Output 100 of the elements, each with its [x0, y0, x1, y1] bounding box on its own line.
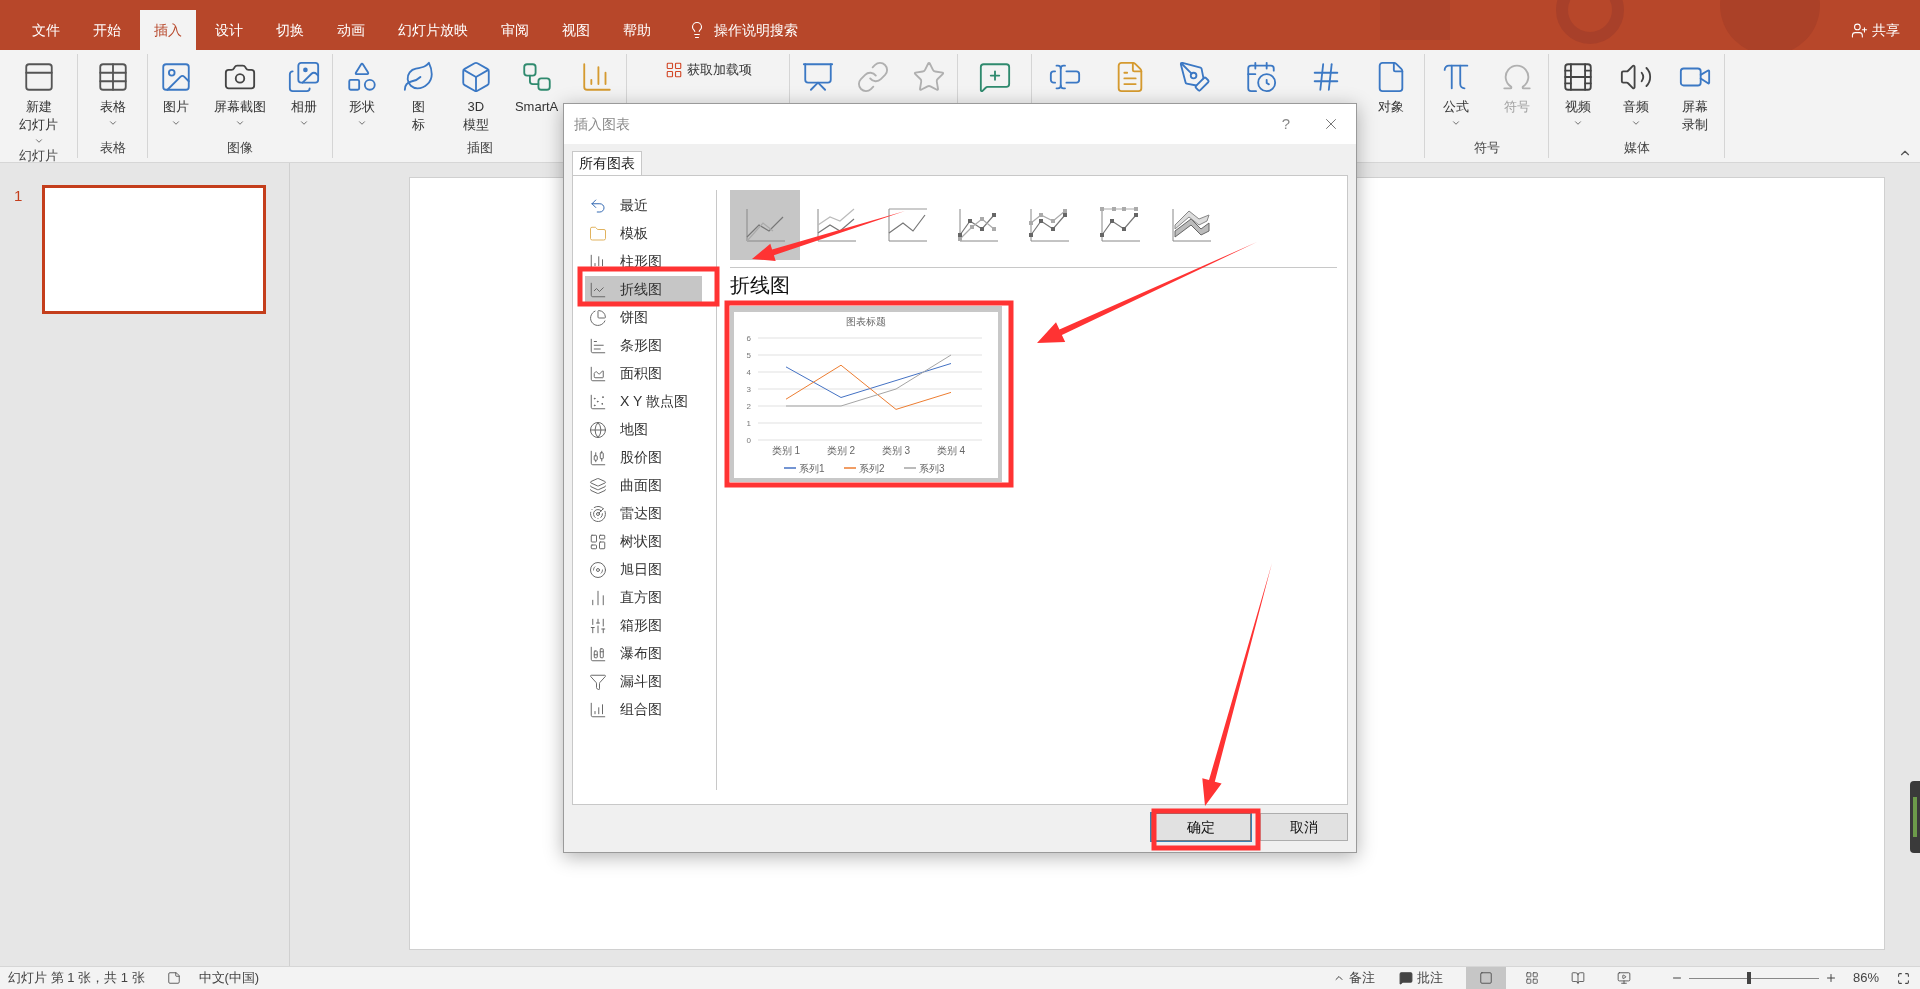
ribbon-tab[interactable]: 文件 [18, 10, 74, 50]
share-button[interactable]: 共享 [1851, 10, 1900, 50]
group-label: 插图 [466, 139, 493, 157]
notes-check-icon[interactable] [166, 971, 181, 985]
help-button[interactable]: ? [1281, 112, 1290, 136]
ribbon-button[interactable]: 形状 [339, 54, 384, 128]
notes-button[interactable]: 备注 [1332, 968, 1375, 988]
slide-thumbnail[interactable] [42, 185, 267, 314]
zoom-slider[interactable] [1688, 972, 1819, 984]
ribbon-tab[interactable]: 开始 [79, 10, 135, 50]
chart-title: 图表标题 [846, 316, 886, 327]
comments-button[interactable]: 批注 [1398, 968, 1443, 988]
chart-type-item[interactable]: 饼图 [585, 304, 702, 331]
dialog-button[interactable]: 取消 [1260, 813, 1348, 841]
waterfall-icon [589, 644, 607, 663]
ribbon-tab[interactable]: 动画 [323, 10, 379, 50]
chart-type-item[interactable]: 条形图 [585, 332, 702, 359]
ribbon-button[interactable]: 视频 [1556, 54, 1601, 128]
ribbon-tab[interactable]: 切换 [262, 10, 318, 50]
chart-type-item[interactable]: 漏斗图 [585, 668, 702, 695]
category-label: 类别 3 [881, 445, 911, 456]
scatter-chart-icon [589, 392, 607, 411]
dialog-title: 插入图表 [574, 114, 630, 134]
ribbon-tab[interactable]: 插入 [140, 10, 196, 50]
ribbon-button[interactable]: 获取加载项 [660, 58, 756, 82]
treemap-icon [589, 532, 607, 551]
ribbon-button[interactable]: 音频 [1614, 54, 1659, 128]
legend-label: 系列2 [859, 463, 885, 474]
candlestick-icon [589, 448, 607, 467]
zoom-in-icon[interactable] [1824, 972, 1837, 984]
chart-type-item[interactable]: 雷达图 [585, 500, 702, 527]
language-indicator[interactable]: 中文(中国) [198, 968, 260, 988]
y-tick-label: 3 [746, 385, 751, 394]
chart-type-item[interactable]: X Y 散点图 [585, 388, 702, 415]
chart-type-item[interactable]: 瀑布图 [585, 640, 702, 667]
chart-type-item[interactable]: 曲面图 [585, 472, 702, 499]
ribbon-tab[interactable]: 审阅 [487, 10, 543, 50]
y-tick-label: 6 [746, 334, 751, 343]
zoom-percent[interactable]: 86% [1852, 968, 1879, 988]
ribbon-tab[interactable]: 帮助 [609, 10, 665, 50]
chart-type-item[interactable]: 股价图 [585, 444, 702, 471]
comment-icon [977, 60, 1012, 94]
chart-type-heading: 折线图 [730, 274, 790, 296]
chart-type-item[interactable]: 旭日图 [585, 556, 702, 583]
slide-counter: 幻灯片 第 1 张，共 1 张 [8, 969, 145, 988]
chart-type-item[interactable]: 地图 [585, 416, 702, 443]
chart-type-item[interactable]: 最近 [585, 192, 702, 219]
chart-type-item[interactable]: 面积图 [585, 360, 702, 387]
ribbon-button[interactable]: 屏幕截图 [210, 54, 270, 128]
legend-label: 系列1 [799, 463, 825, 474]
group-label: 符号 [1473, 139, 1500, 157]
category-label: 类别 2 [826, 445, 856, 456]
y-tick-label: 5 [746, 351, 751, 360]
group-label: 图像 [227, 139, 253, 157]
radar-icon [589, 504, 607, 523]
y-tick-label: 4 [746, 368, 751, 377]
globe-icon [589, 420, 607, 439]
ribbon-button[interactable]: 公式 [1433, 54, 1478, 128]
chart-type-item[interactable]: 折线图 [585, 276, 702, 303]
ribbon-button[interactable]: 屏幕 录制 [1672, 54, 1717, 134]
dialog-tab[interactable]: 所有图表 [572, 151, 642, 175]
area-chart-icon [589, 364, 607, 383]
view-button[interactable] [1465, 967, 1506, 989]
bar-chart-icon [589, 336, 607, 355]
zoom-slider-thumb[interactable] [1746, 972, 1751, 984]
slide-number: 1 [14, 186, 23, 206]
line-chart-icon [589, 280, 607, 299]
add-in-icon [664, 61, 683, 79]
photo-album-icon [287, 60, 321, 94]
fit-slide-icon[interactable] [1897, 971, 1910, 985]
normal-view-icon [1478, 971, 1493, 985]
ribbon-button[interactable]: 图片 [154, 54, 198, 128]
ribbon-button[interactable]: 新建 幻灯片 [15, 54, 62, 146]
funnel-icon [589, 672, 607, 691]
tell-me-search[interactable]: 操作说明搜索 [714, 19, 798, 41]
zoom-slide-icon [800, 60, 835, 94]
group-label: 媒体 [1623, 139, 1650, 157]
link-icon [856, 60, 891, 94]
chart-type-item[interactable]: 箱形图 [585, 612, 702, 639]
ribbon-button[interactable]: 相册 [282, 54, 326, 128]
ribbon-tab[interactable]: 设计 [201, 10, 257, 50]
user-add-icon [1851, 21, 1868, 39]
ribbon-button[interactable]: 表格 [90, 54, 135, 128]
side-panel-handle[interactable] [1910, 781, 1920, 853]
ribbon-tab[interactable]: 幻灯片放映 [384, 10, 482, 50]
folder-icon [589, 224, 607, 243]
ribbon-button[interactable]: SmartA [510, 54, 563, 116]
slide-show-icon [1616, 971, 1631, 985]
ribbon-button[interactable]: 3D 模型 [453, 54, 498, 134]
pie-chart-icon [589, 308, 607, 327]
chart-type-item[interactable]: 模板 [585, 220, 702, 247]
chart-type-item[interactable]: 直方图 [585, 584, 702, 611]
ribbon-button[interactable]: 对象 [1369, 54, 1414, 116]
ribbon-tab[interactable]: 视图 [548, 10, 604, 50]
chart-type-item[interactable]: 组合图 [585, 696, 702, 723]
ribbon-button[interactable]: 图 标 [396, 54, 441, 134]
y-tick-label: 2 [746, 402, 751, 411]
chart-subtype[interactable] [730, 190, 800, 260]
chart-type-item[interactable]: 树状图 [585, 528, 702, 555]
legend-label: 系列3 [919, 463, 945, 474]
